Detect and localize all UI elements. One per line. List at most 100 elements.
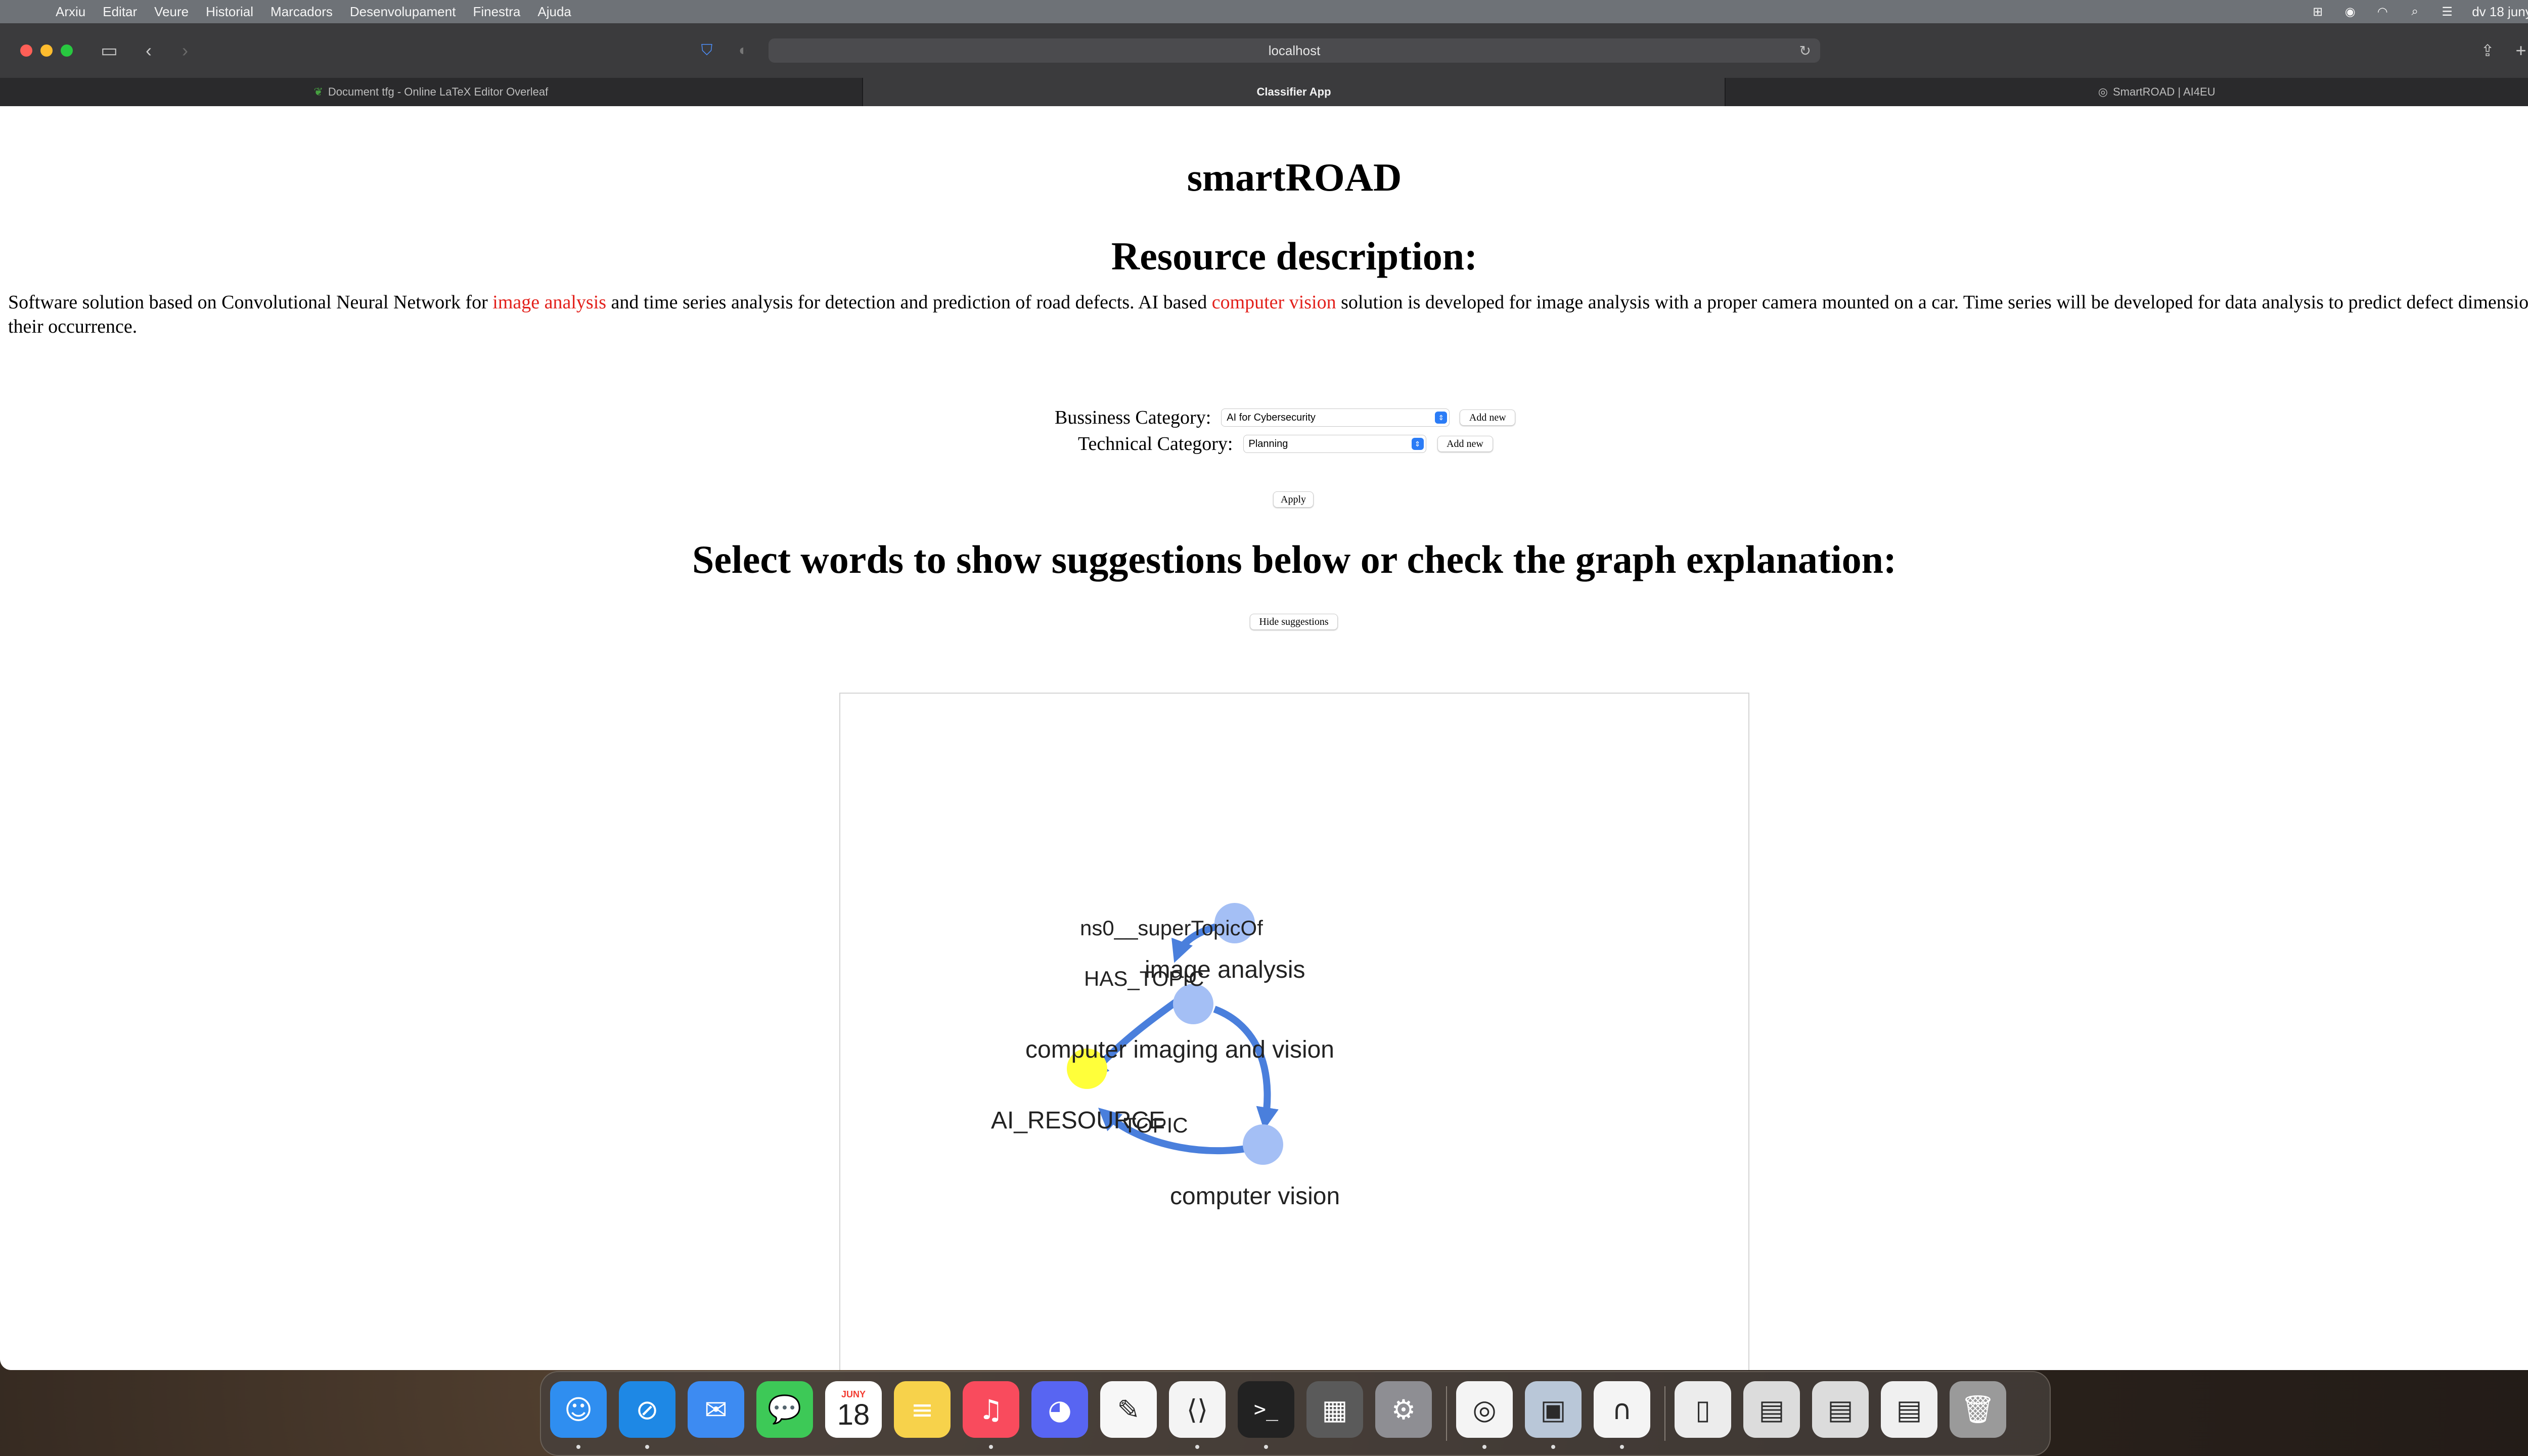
highlight-image-analysis[interactable]: image analysis — [492, 292, 606, 313]
menu-item-ajuda[interactable]: Ajuda — [537, 4, 571, 20]
running-indicator — [1551, 1445, 1555, 1449]
business-category-row: Bussiness Category: AI for Cybersecurity… — [1055, 406, 1516, 429]
music-icon[interactable]: ♫ — [963, 1381, 1019, 1438]
tab-overleaf[interactable]: ❦ Document tfg - Online LaTeX Editor Ove… — [0, 78, 863, 106]
translate-icon[interactable]: ⊞ — [2310, 5, 2325, 19]
menu-item-editar[interactable]: Editar — [103, 4, 137, 20]
discord-icon[interactable]: ◕ — [1031, 1381, 1088, 1438]
finder-icon[interactable]: ☺ — [550, 1381, 607, 1438]
business-category-select[interactable]: AI for Cybersecurity ⇕ — [1221, 408, 1450, 427]
graph-node-computer-vision[interactable] — [1243, 1124, 1283, 1165]
ai4eu-icon: ◎ — [2098, 85, 2108, 98]
reader-shield-icon[interactable]: ◐ — [732, 38, 754, 63]
pages-icon[interactable]: ✎ — [1100, 1381, 1157, 1438]
safari-window: ▭ ‹ › ⛉ ◐ localhost ↻ ⇪ + ❐ ❦ Document t… — [0, 23, 2528, 1370]
wifi-icon[interactable]: ◠ — [2375, 5, 2390, 19]
trash-icon[interactable]: 🗑 — [1950, 1381, 2006, 1438]
reload-icon[interactable]: ↻ — [1799, 42, 1811, 59]
technical-category-label: Technical Category: — [1078, 433, 1233, 454]
running-indicator — [1482, 1445, 1486, 1449]
safari-icon[interactable]: ⊘ — [619, 1381, 675, 1438]
control-center-icon[interactable]: ☰ — [2440, 5, 2455, 19]
select-chevron-icon: ⇕ — [1411, 438, 1424, 450]
running-indicator — [645, 1445, 649, 1449]
select-chevron-icon: ⇕ — [1435, 412, 1448, 424]
vscode-icon[interactable]: ⟨⟩ — [1169, 1381, 1226, 1438]
overleaf-leaf-icon: ❦ — [313, 85, 323, 98]
new-tab-plus-icon[interactable]: + — [2511, 38, 2528, 63]
tab-label: Classifier App — [1256, 85, 1331, 98]
tab-label: Document tfg - Online LaTeX Editor Overl… — [328, 85, 549, 98]
running-indicator — [576, 1445, 580, 1449]
business-category-value: AI for Cybersecurity — [1227, 412, 1316, 423]
add-new-technical-button[interactable]: Add new — [1437, 436, 1493, 452]
menu-item-veure[interactable]: Veure — [154, 4, 189, 20]
tab-smartroad-ai4eu[interactable]: ◎ SmartROAD | AI4EU — [1726, 78, 2528, 106]
preview-icon[interactable]: ▣ — [1525, 1381, 1582, 1438]
resource-heading: Resource description: — [1111, 234, 1478, 278]
chrome-window-thumbnail-icon[interactable]: ▤ — [1881, 1381, 1937, 1438]
menu-item-historial[interactable]: Historial — [206, 4, 253, 20]
system-preferences-icon[interactable]: ⚙ — [1375, 1381, 1432, 1438]
privacy-shield-icon[interactable]: ⛉ — [696, 38, 718, 63]
hide-suggestions-button[interactable]: Hide suggestions — [1250, 614, 1338, 630]
screen-record-icon[interactable]: ◉ — [2342, 5, 2358, 19]
web-page: smartROAD Resource description: Software… — [0, 106, 2528, 1370]
running-indicator — [1195, 1445, 1199, 1449]
description-text: Software solution based on Convolutional… — [8, 292, 493, 313]
window-thumbnail-icon[interactable]: ▤ — [1812, 1381, 1869, 1438]
running-indicator — [1620, 1445, 1624, 1449]
terminal-icon[interactable]: >_ — [1238, 1381, 1294, 1438]
messages-icon[interactable]: 💬 — [756, 1381, 813, 1438]
graph-label-image-analysis: image analysis — [1145, 957, 1305, 983]
highlight-computer-vision[interactable]: computer vision — [1212, 292, 1336, 313]
resource-description: Software solution based on Convolutional… — [8, 290, 2528, 339]
menu-bar: Safari Arxiu Editar Veure Historial Marc… — [0, 0, 2528, 54]
description-text: and time series analysis for detection a… — [606, 292, 1212, 313]
browser-toolbar: ▭ ‹ › ⛉ ◐ localhost ↻ ⇪ + ❐ — [0, 23, 2528, 78]
document-icon[interactable]: ▯ — [1675, 1381, 1731, 1438]
graph-edge-supertopic-cv — [1213, 1006, 1279, 1130]
dock-separator — [1664, 1386, 1665, 1441]
graph-label-ai-resource: AI_RESOURCE — [991, 1107, 1165, 1134]
running-indicator — [989, 1445, 993, 1449]
page-title: smartROAD — [1187, 155, 1402, 199]
menu-item-desenvolupament[interactable]: Desenvolupament — [350, 4, 456, 20]
tab-classifier-app[interactable]: Classifier App — [863, 78, 1726, 106]
apply-button[interactable]: Apply — [1273, 491, 1314, 508]
graph-label-supertopic: ns0__superTopicOf — [1080, 916, 1263, 940]
technical-category-select[interactable]: Planning ⇕ — [1243, 435, 1426, 453]
add-new-business-button[interactable]: Add new — [1460, 410, 1516, 426]
menu-clock[interactable]: dv 18 juny 16:26 — [2472, 4, 2528, 20]
dock: ☺ ⊘ ✉ 💬 JUNY 18 ≡ ♫ ◕ ✎ ⟨⟩ >_ ▦ ⚙ ◎ ▣ ∩ ▯ ▤ ▤ ▤ 🗑 — [540, 1371, 2051, 1456]
spotlight-search-icon[interactable]: ⌕ — [2407, 5, 2422, 18]
sidebar-toggle-icon[interactable]: ▭ — [97, 38, 121, 63]
running-indicator — [1264, 1445, 1268, 1449]
back-arrow-icon[interactable]: ‹ — [140, 38, 158, 63]
notes-icon[interactable]: ≡ — [894, 1381, 951, 1438]
graph-label-computer-vision: computer vision — [1170, 1183, 1340, 1210]
tab-label: SmartROAD | AI4EU — [2113, 85, 2216, 98]
suggestions-heading: Select words to show suggestions below o… — [692, 537, 1897, 581]
chrome-icon[interactable]: ◎ — [1456, 1381, 1513, 1438]
technical-category-row: Technical Category: Planning ⇕ Add new — [1078, 433, 1493, 455]
zoom-window-button[interactable] — [61, 44, 73, 57]
mail-icon[interactable]: ✉ — [688, 1381, 744, 1438]
minimize-window-button[interactable] — [40, 44, 53, 57]
dock-separator — [1446, 1386, 1447, 1441]
menu-item-finestra[interactable]: Finestra — [473, 4, 520, 20]
calendar-icon[interactable]: JUNY 18 — [825, 1381, 882, 1438]
graph-svg[interactable]: ns0__superTopicOf HAS_TOPIC image analys… — [840, 694, 1748, 1370]
screenshot-icon[interactable]: ▦ — [1306, 1381, 1363, 1438]
forward-arrow-icon[interactable]: › — [176, 38, 194, 63]
graph-label-computer-imaging: computer imaging and vision — [1025, 1036, 1334, 1063]
window-thumbnail-icon[interactable]: ▤ — [1743, 1381, 1800, 1438]
close-window-button[interactable] — [20, 44, 32, 57]
neo4j-icon[interactable]: ∩ — [1594, 1381, 1650, 1438]
technical-category-value: Planning — [1248, 438, 1288, 449]
address-bar[interactable]: localhost ↻ — [769, 38, 1820, 63]
graph-explanation-canvas[interactable]: ns0__superTopicOf HAS_TOPIC image analys… — [839, 693, 1749, 1370]
address-bar-url: localhost — [1268, 42, 1321, 58]
share-icon[interactable]: ⇪ — [2477, 38, 2498, 63]
menu-item-marcadors[interactable]: Marcadors — [270, 4, 333, 20]
